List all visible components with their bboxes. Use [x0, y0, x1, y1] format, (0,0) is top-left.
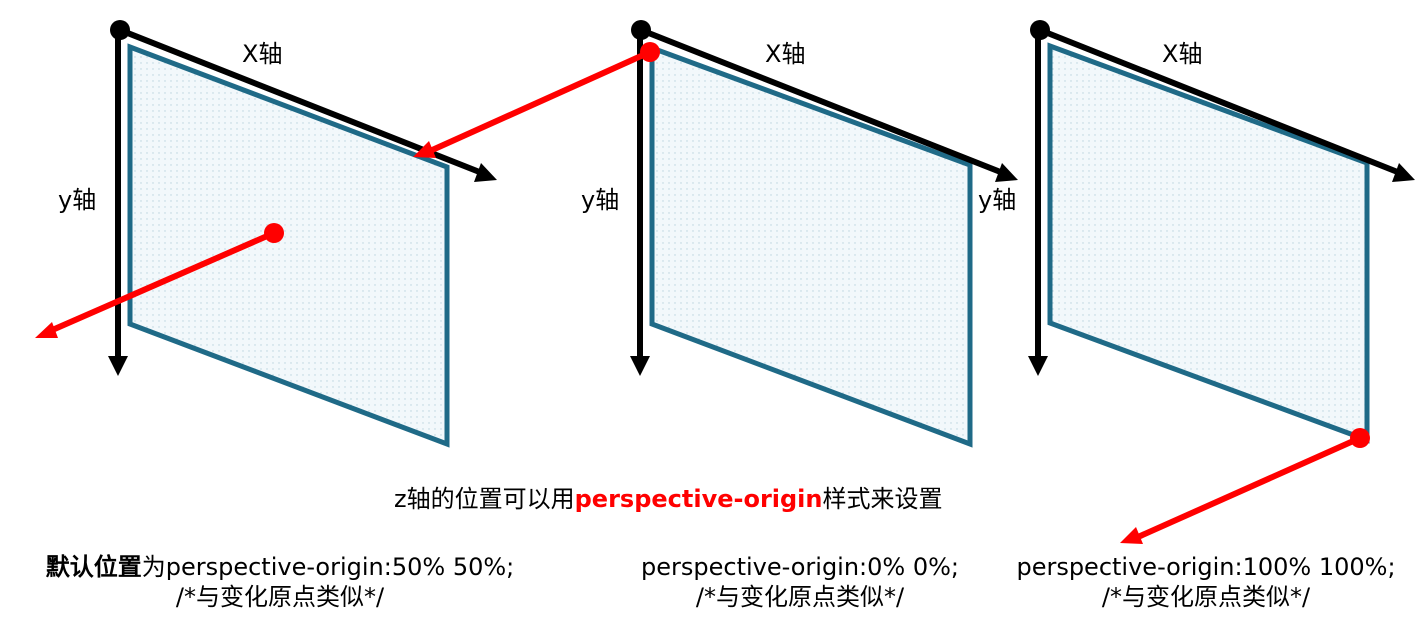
caption-3-line-1: perspective-origin:100% 100%;: [1016, 553, 1396, 581]
caption-1-line-1: 默认位置为perspective-origin:50% 50%;: [20, 552, 540, 582]
z-axis-arrowhead-1: [35, 322, 58, 338]
perspective-origin-dot-2: [640, 42, 660, 62]
z-axis-arrow-2: [428, 49, 652, 154]
center-caption-highlight: perspective-origin: [574, 485, 823, 513]
panel-3: X轴: [1028, 20, 1415, 544]
plane-1: [127, 43, 450, 448]
y-axis-label-2: y轴: [581, 186, 619, 214]
caption-panel-3: perspective-origin:100% 100%; /*与变化原点类似*…: [1006, 552, 1406, 612]
origin-dot-2: [631, 20, 651, 40]
caption-panel-1: 默认位置为perspective-origin:50% 50%; /*与变化原点…: [20, 552, 540, 612]
perspective-origin-dot-3: [1350, 428, 1370, 448]
y-axis-arrowhead-2: [630, 356, 650, 376]
perspective-origin-dot-1: [264, 223, 284, 243]
caption-1-line-2: /*与变化原点类似*/: [175, 583, 385, 611]
panel-1: X轴 y轴: [35, 20, 497, 448]
z-axis-arrow-3: [1136, 435, 1362, 540]
caption-3-line-2: /*与变化原点类似*/: [1101, 583, 1311, 611]
y-axis-label-2-right: y轴: [978, 186, 1016, 214]
x-axis-label-2: X轴: [765, 40, 805, 68]
x-axis-label-1: X轴: [242, 40, 282, 68]
origin-dot-3: [1030, 20, 1050, 40]
center-caption-prefix: z轴的位置可以用: [394, 485, 575, 513]
caption-1-bold: 默认位置: [45, 553, 142, 581]
plane-3: [1047, 42, 1370, 444]
y-axis-arrowhead-1: [108, 356, 128, 376]
caption-2-line-2: /*与变化原点类似*/: [695, 583, 905, 611]
caption-2-line-1: perspective-origin:0% 0%;: [641, 553, 959, 581]
y-axis-label-1: y轴: [58, 186, 96, 214]
perspective-origin-diagram: X轴 y轴 X轴 y轴 y轴 X轴: [35, 20, 1415, 544]
center-caption-suffix: 样式来设置: [822, 485, 943, 513]
center-caption: z轴的位置可以用perspective-origin样式来设置: [394, 484, 943, 514]
caption-1-text: 为perspective-origin:50% 50%;: [141, 553, 515, 581]
panel-2: X轴 y轴 y轴: [413, 20, 1018, 448]
caption-panel-2: perspective-origin:0% 0%; /*与变化原点类似*/: [600, 552, 1000, 612]
y-axis-arrowhead-3: [1028, 356, 1048, 376]
x-axis-label-3: X轴: [1162, 40, 1202, 68]
origin-dot-1: [110, 20, 130, 40]
plane-2: [649, 44, 973, 448]
